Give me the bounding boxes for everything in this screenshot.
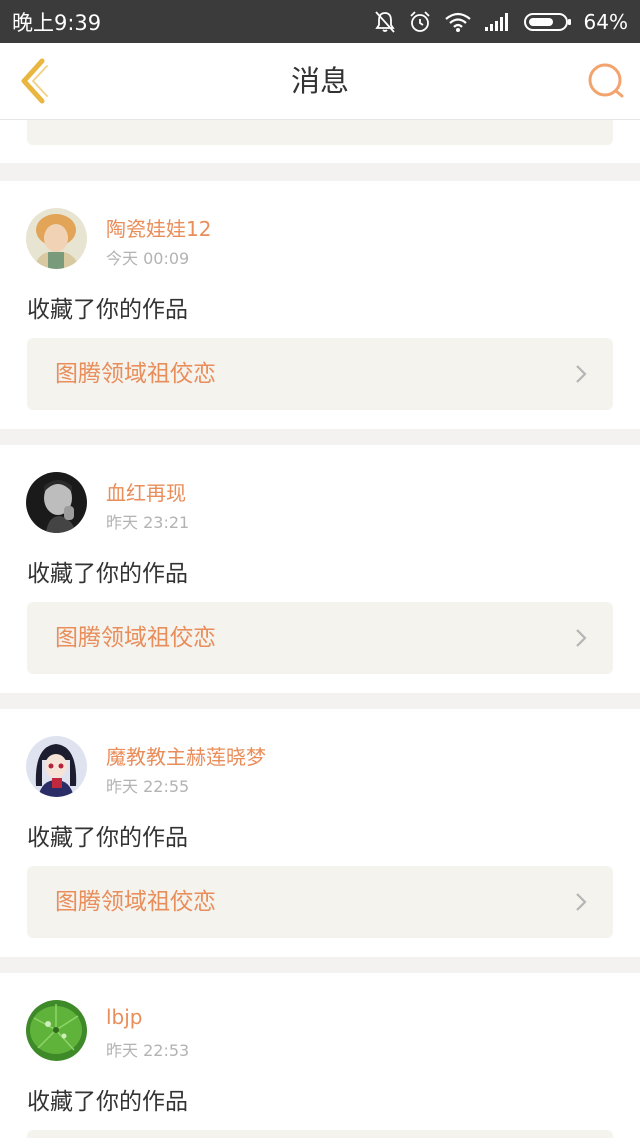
chevron-right-icon bbox=[576, 893, 587, 911]
work-title: 图腾领域祖佼恋 bbox=[55, 625, 216, 651]
wifi-icon bbox=[444, 11, 472, 33]
action-text: 收藏了你的作品 bbox=[27, 297, 188, 323]
work-title: 图腾领域祖佼恋 bbox=[55, 889, 216, 915]
user-avatar-leaf-icon bbox=[26, 1000, 87, 1061]
username[interactable]: 血红再现 bbox=[106, 477, 186, 506]
avatar[interactable] bbox=[26, 472, 87, 533]
message-card: 魔教教主赫莲晓梦 昨天 22:55 收藏了你的作品 图腾领域祖佼恋 bbox=[0, 709, 640, 957]
message-card: lbjp 昨天 22:53 收藏了你的作品 bbox=[0, 973, 640, 1138]
status-time: 晚上9:39 bbox=[12, 10, 102, 35]
action-text: 收藏了你的作品 bbox=[27, 825, 188, 851]
message-card: 陶瓷娃娃12 今天 00:09 收藏了你的作品 图腾领域祖佼恋 bbox=[0, 181, 640, 429]
search-button[interactable] bbox=[586, 61, 626, 101]
page-title: 消息 bbox=[290, 64, 349, 98]
work-title: 图腾领域祖佼恋 bbox=[55, 361, 216, 387]
work-link-partial[interactable] bbox=[27, 120, 613, 145]
username[interactable]: 魔教教主赫莲晓梦 bbox=[106, 741, 266, 770]
signal-icon bbox=[484, 12, 512, 32]
user-avatar-bw-portrait-icon bbox=[26, 472, 87, 533]
message-list[interactable]: 陶瓷娃娃12 今天 00:09 收藏了你的作品 图腾领域祖佼恋 血红再现 昨天 … bbox=[0, 120, 640, 1138]
status-bar: 晚上9:39 64% bbox=[0, 0, 640, 43]
chevron-right-icon bbox=[576, 365, 587, 383]
timestamp: 昨天 22:55 bbox=[106, 777, 190, 796]
work-link-partial[interactable] bbox=[27, 1130, 613, 1138]
alarm-icon bbox=[408, 10, 432, 34]
timestamp: 今天 00:09 bbox=[106, 249, 190, 268]
timestamp: 昨天 22:53 bbox=[106, 1041, 190, 1060]
list-item-partial bbox=[0, 120, 640, 163]
chevron-right-icon bbox=[576, 629, 587, 647]
avatar[interactable] bbox=[26, 1000, 87, 1061]
message-card: 血红再现 昨天 23:21 收藏了你的作品 图腾领域祖佼恋 bbox=[0, 445, 640, 693]
battery-icon bbox=[523, 12, 572, 32]
timestamp: 昨天 23:21 bbox=[106, 513, 190, 532]
username[interactable]: 陶瓷娃娃12 bbox=[106, 213, 211, 242]
action-text: 收藏了你的作品 bbox=[27, 561, 188, 587]
username[interactable]: lbjp bbox=[106, 1005, 143, 1029]
avatar[interactable] bbox=[26, 736, 87, 797]
user-avatar-anime-icon bbox=[26, 736, 87, 797]
user-avatar-blonde-icon bbox=[26, 208, 87, 269]
work-link[interactable]: 图腾领域祖佼恋 bbox=[27, 602, 613, 674]
work-link[interactable]: 图腾领域祖佼恋 bbox=[27, 866, 613, 938]
mute-notification-icon bbox=[374, 10, 396, 34]
avatar[interactable] bbox=[26, 208, 87, 269]
work-link[interactable]: 图腾领域祖佼恋 bbox=[27, 338, 613, 410]
search-icon bbox=[588, 63, 624, 98]
nav-bar: 消息 bbox=[0, 43, 640, 120]
battery-percent: 64% bbox=[583, 9, 628, 34]
action-text: 收藏了你的作品 bbox=[27, 1089, 188, 1115]
